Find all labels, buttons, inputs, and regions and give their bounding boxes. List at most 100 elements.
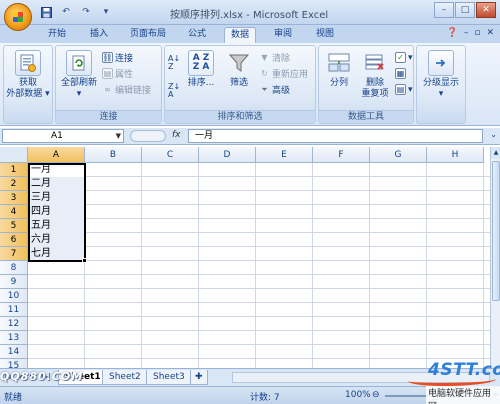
column-header[interactable]: H [427,147,484,163]
redo-icon[interactable]: ↷ [78,5,94,19]
filter-button[interactable]: 筛选 [223,50,255,89]
ribbon-close-icon[interactable]: ✕ [486,28,494,38]
dropdown-arrow-icon: ▾ [438,89,444,99]
formula-bar: A1 ▼ fx 一月 ⌄ [0,128,500,145]
save-icon[interactable] [38,5,54,19]
edit-links-button[interactable]: ∞ 编辑链接 [102,83,151,96]
refresh-all-icon [66,50,92,76]
row-header[interactable]: 10 [0,289,28,303]
worksheet-grid[interactable]: A B C D E F G H 1 2 3 4 5 6 7 8 9 10 11 12 13 14 15 一月 二月 三月 四月 五月六… [0,147,490,368]
sort-za-button[interactable]: Z↓ A [168,80,180,102]
customize-qat-icon[interactable]: ▾ [98,5,114,19]
row-header[interactable]: 9 [0,275,28,289]
group-get-external-data: 获取 外部数据 ▾ [3,45,53,124]
row-header[interactable]: 8 [0,261,28,275]
ribbon-restore-icon[interactable]: ▫ [474,28,480,38]
gridline [28,316,490,317]
zoom-level[interactable]: 100% [345,390,371,400]
name-box[interactable]: A1 ▼ [2,129,124,143]
scroll-up-icon[interactable]: ▲ [491,147,500,159]
undo-icon[interactable]: ↶ [58,5,74,19]
sort-button[interactable]: A ZZ A 排序... [185,50,217,89]
vertical-scrollbar[interactable]: ▲ [490,147,500,368]
row-header[interactable]: 13 [0,331,28,345]
chevron-down-icon[interactable]: ▼ [116,130,121,142]
gridline [28,358,490,359]
properties-button[interactable]: ▤ 属性 [102,67,133,80]
row-header[interactable]: 4 [0,205,28,219]
close-button[interactable]: ✕ [476,2,496,18]
tabbar-right-controls: ❓ – ▫ ✕ [447,28,494,38]
sheet-tab-sheet3[interactable]: Sheet3 [146,370,192,385]
tab-home[interactable]: 开始 [42,27,72,43]
watermark-right-sub: 电脑软硬件应用网 [426,386,500,404]
row-header[interactable]: 12 [0,317,28,331]
row-header[interactable]: 11 [0,303,28,317]
expand-formula-bar-icon[interactable]: ⌄ [490,130,497,139]
tab-insert[interactable]: 插入 [84,27,114,43]
advanced-filter-button[interactable]: ⏷ 高级 [259,83,291,97]
fill-handle[interactable] [82,258,87,263]
tab-review[interactable]: 审阅 [268,27,298,43]
filter-label: 筛选 [229,78,248,88]
insert-sheet-icon[interactable]: ✚ [190,370,208,385]
remove-dup-line2: 重复项 [361,89,389,99]
group-label-sort-filter: 排序和筛选 [165,110,315,123]
row-header[interactable]: 3 [0,191,28,205]
sort-az-button[interactable]: A↓ Z [168,52,180,74]
zoom-out-icon[interactable]: ⊖ [372,390,380,400]
connections-button[interactable]: ⛓ 连接 [102,51,133,64]
sort-label: 排序... [187,78,215,88]
what-if-button[interactable]: ▤ ▾ [395,83,413,96]
office-button[interactable] [4,3,32,31]
column-header[interactable]: B [85,147,142,163]
title-bar: ↶ ↷ ▾ 按顺序排列.xlsx - Microsoft Excel – □ ✕ [0,0,500,31]
column-header[interactable]: F [313,147,370,163]
watermark-left: QQ880.COM [0,370,84,383]
data-validation-button[interactable]: ✓ ▾ [395,51,413,64]
tab-data[interactable]: 数据 [224,27,257,43]
formula-input[interactable]: 一月 [188,129,483,143]
properties-label: 属性 [115,70,134,80]
dropdown-arrow-icon: ▾ [408,52,413,63]
maximize-button[interactable]: □ [455,2,475,18]
column-header[interactable]: E [256,147,313,163]
get-external-data-button[interactable]: 获取 外部数据 ▾ [6,50,50,100]
text-to-columns-icon [326,50,352,76]
row-header[interactable]: 2 [0,177,28,191]
ribbon-minimize-icon[interactable]: – [464,28,469,38]
help-icon[interactable]: ❓ [447,28,458,38]
vertical-scroll-thumb[interactable] [492,161,500,301]
reapply-button[interactable]: ↻ 重新应用 [259,67,308,80]
minimize-button[interactable]: – [434,2,454,18]
column-header[interactable]: D [199,147,256,163]
text-to-columns-button[interactable]: 分列 [322,50,356,89]
edit-links-label: 编辑链接 [115,86,152,96]
sheet-tab-sheet2[interactable]: Sheet2 [102,370,148,385]
row-header[interactable]: 6 [0,233,28,247]
tab-view[interactable]: 视图 [310,27,340,43]
select-all-corner[interactable] [0,147,28,163]
insert-function-icon[interactable]: fx [172,130,181,140]
refresh-all-label: 全部刷新 [60,78,97,88]
row-header[interactable]: 14 [0,345,28,359]
remove-duplicates-button[interactable]: 删除 重复项 [357,50,393,100]
tab-page-layout[interactable]: 页面布局 [124,27,172,43]
advanced-label: 高级 [272,86,291,96]
clear-filter-button[interactable]: ▼ 清除 [259,51,290,64]
column-header[interactable]: G [370,147,427,163]
sort-za-icon: Z↓ A [168,82,181,99]
consolidate-button[interactable]: ▦ [395,67,406,80]
formula-bar-separator [130,130,166,142]
row-header[interactable]: 1 [0,163,28,177]
row-header[interactable]: 5 [0,219,28,233]
refresh-all-button[interactable]: 全部刷新 ▾ [59,50,99,100]
row-header[interactable]: 15 [0,359,28,368]
outline-button[interactable]: 分级显示 ▾ [419,50,463,100]
row-header[interactable]: 7 [0,247,28,261]
column-header[interactable]: C [142,147,199,163]
gridline [28,288,490,289]
quick-access-toolbar: ↶ ↷ ▾ [38,5,114,19]
tab-formulas[interactable]: 公式 [182,27,212,43]
column-header[interactable]: A [28,147,85,163]
